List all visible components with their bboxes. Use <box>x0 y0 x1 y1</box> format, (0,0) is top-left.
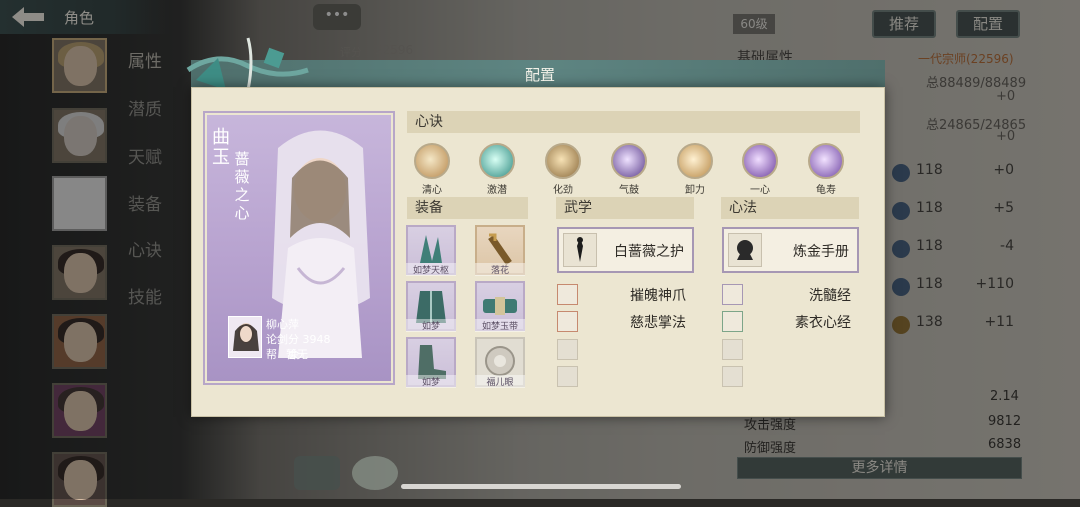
xinjue-header: 心诀 <box>407 111 860 133</box>
equip-label: 福儿眼 <box>475 375 525 388</box>
wuxue-header: 武学 <box>556 197 694 219</box>
palm-skill-icon[interactable] <box>557 311 578 332</box>
equip-label: 如梦玉带 <box>475 319 525 332</box>
modal-title: 配置 <box>524 66 555 84</box>
wuxue-main-slot[interactable]: 白蔷薇之护 <box>557 227 694 273</box>
equip-label: 如梦天枢 <box>406 263 456 276</box>
empty-slot[interactable] <box>722 339 743 360</box>
purple-swirl-icon[interactable] <box>611 143 647 179</box>
owner-name: 柳心萍 <box>266 318 299 331</box>
wave-icon[interactable] <box>677 143 713 179</box>
owner-score: 论剑分 3948 <box>266 333 331 346</box>
xinfa-item: 洗髓经 <box>809 288 851 304</box>
wuxue-item: 慈悲掌法 <box>630 315 686 331</box>
equip-label: 落花 <box>475 263 525 276</box>
vortex-icon[interactable] <box>545 143 581 179</box>
xinfa-item: 素衣心经 <box>795 315 851 331</box>
skill-label: 气鼓 <box>619 185 639 196</box>
bottom-tool-button[interactable] <box>352 456 398 490</box>
character-name: 曲玉 <box>212 127 230 168</box>
equip-label: 如梦 <box>406 319 456 332</box>
claw-skill-icon[interactable] <box>557 284 578 305</box>
skill-label: 一心 <box>750 185 770 196</box>
empty-slot[interactable] <box>557 366 578 387</box>
owner-guild-value: 暂无 <box>286 348 308 361</box>
purple-flame-icon[interactable] <box>742 143 778 179</box>
home-indicator[interactable] <box>401 484 681 489</box>
owner-avatar <box>228 316 262 358</box>
martial-figure-icon <box>563 233 597 267</box>
swirl-icon[interactable] <box>479 143 515 179</box>
xinfa-header: 心法 <box>721 197 859 219</box>
alchemy-book-icon <box>728 233 762 267</box>
wuxue-main-name: 白蔷薇之护 <box>614 244 684 260</box>
equipment-header: 装备 <box>407 197 528 219</box>
skill-label: 卸力 <box>685 185 705 196</box>
plain-robe-skill-icon[interactable] <box>722 311 743 332</box>
purple-flower-icon[interactable] <box>808 143 844 179</box>
xinfa-main-slot[interactable]: 炼金手册 <box>722 227 859 273</box>
equip-label: 如梦 <box>406 375 456 388</box>
wuxue-item: 摧魄神爪 <box>630 288 686 304</box>
skill-label: 化劲 <box>553 185 573 196</box>
bottom-tool-button[interactable] <box>294 456 340 490</box>
lotus-icon[interactable] <box>414 143 450 179</box>
skill-label: 龟寿 <box>816 185 836 196</box>
skill-label: 激潜 <box>487 185 507 196</box>
empty-slot[interactable] <box>557 339 578 360</box>
marrow-skill-icon[interactable] <box>722 284 743 305</box>
empty-slot[interactable] <box>722 366 743 387</box>
xinfa-main-name: 炼金手册 <box>793 244 849 260</box>
skill-label: 清心 <box>422 185 442 196</box>
character-title: 蔷薇之心 <box>234 150 250 222</box>
